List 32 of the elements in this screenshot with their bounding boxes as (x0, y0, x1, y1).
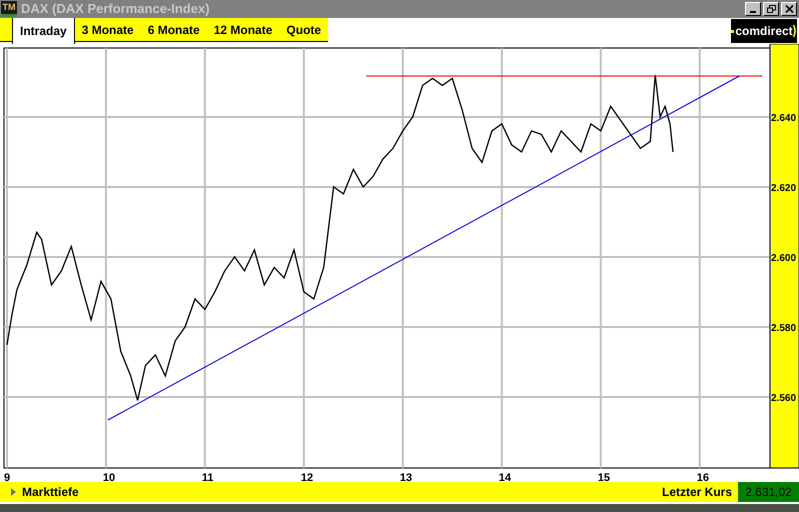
window-title: DAX (DAX Performance-Index) (21, 0, 210, 18)
axis-label: 9 (4, 472, 10, 482)
minimize-button[interactable] (745, 2, 761, 16)
axis-label: 14 (498, 472, 512, 482)
tab[interactable]: 3 Monate (74, 18, 141, 42)
market-depth-label[interactable]: Markttiefe (22, 483, 79, 501)
axis-label: 2.560 (771, 392, 796, 404)
tab[interactable]: Intraday (12, 18, 75, 44)
expand-triangle-icon[interactable] (11, 488, 16, 496)
tab-strip-edge (0, 18, 12, 42)
axis-label: 15 (598, 472, 610, 482)
axis-label: 2.600 (771, 252, 796, 264)
logo-arc-icon (792, 24, 797, 38)
tab[interactable]: 6 Monate (140, 18, 207, 42)
axis-label: 16 (696, 472, 709, 482)
axis-label: 12 (300, 472, 314, 482)
axis-label: 10 (102, 472, 116, 482)
axis-label: 13 (400, 472, 412, 482)
axis-label: 11 (202, 472, 214, 482)
last-price-label: Letzter Kurs (662, 484, 732, 501)
tab[interactable]: Quote (279, 18, 328, 42)
close-button[interactable] (781, 2, 797, 16)
app-icon: TM (1, 1, 17, 17)
logo-text: comdirect (735, 23, 793, 40)
restore-button[interactable] (763, 2, 779, 16)
axis-label: 2.620 (771, 182, 796, 194)
tab[interactable]: 12 Monate (206, 18, 280, 42)
axis-label: 2.580 (771, 322, 796, 334)
axis-label: 2.640 (771, 112, 796, 124)
close-icon (784, 5, 794, 13)
restore-icon (766, 5, 776, 13)
last-price-value: 2.631,02 (738, 482, 799, 502)
